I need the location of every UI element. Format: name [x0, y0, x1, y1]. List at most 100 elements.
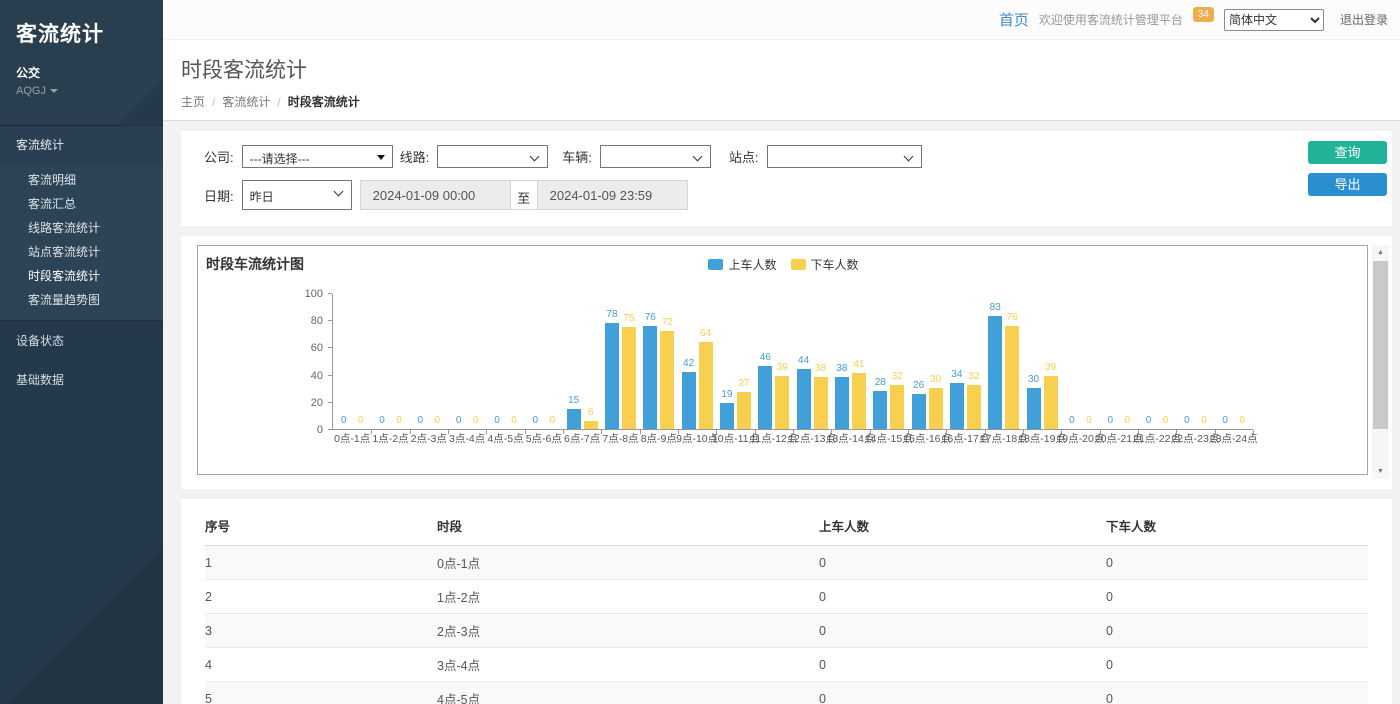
sidebar-item[interactable]: 时段客流统计 — [0, 264, 163, 288]
header-boarding: 上车人数 — [819, 505, 1106, 546]
chart-header: 时段车流统计图 上车人数下车人数 — [206, 254, 1361, 278]
line-select[interactable] — [437, 145, 548, 168]
bar[interactable]: 83 — [988, 316, 1002, 429]
bar[interactable]: 38 — [814, 377, 828, 429]
filter-row-2: 日期: 昨日 2024-01-09 00:00 至 2024-01-09 23:… — [204, 180, 1372, 210]
table-cell: 0 — [819, 546, 1106, 580]
sidebar-item[interactable]: 站点客流统计 — [0, 240, 163, 264]
bar[interactable]: 44 — [797, 369, 811, 429]
export-button[interactable]: 导出 — [1308, 173, 1387, 196]
chart-panel: 时段车流统计图 上车人数下车人数 020406080100 000点-1点001… — [181, 236, 1392, 489]
bar-value-label: 0 — [1146, 415, 1152, 426]
bar-value-label: 26 — [913, 380, 924, 391]
station-select[interactable] — [767, 145, 922, 168]
chart-category: 192710点-11点 — [716, 294, 754, 429]
bar[interactable]: 75 — [622, 327, 636, 429]
notification-badge[interactable]: 34 — [1193, 7, 1214, 22]
date-preset-select[interactable]: 昨日 — [242, 180, 352, 210]
bar[interactable]: 28 — [873, 391, 887, 429]
breadcrumb-item[interactable]: 主页 — [181, 95, 205, 109]
chart-category: 0019点-20点 — [1061, 294, 1099, 429]
legend-item[interactable]: 下车人数 — [791, 256, 859, 273]
bar[interactable]: 46 — [758, 366, 772, 429]
table-cell: 0 — [1106, 682, 1368, 704]
date-end-input[interactable]: 2024-01-09 23:59 — [537, 180, 688, 210]
bar[interactable]: 38 — [835, 377, 849, 429]
sidebar-group-label[interactable]: 客流统计 — [0, 126, 163, 164]
bar[interactable]: 76 — [1005, 326, 1019, 429]
logout-link[interactable]: 退出登录 — [1340, 11, 1388, 28]
bar[interactable]: 30 — [1027, 388, 1041, 429]
sidebar-item-top[interactable]: 设备状态 — [0, 321, 163, 360]
sidebar-item-top[interactable]: 基础数据 — [0, 360, 163, 399]
bar[interactable]: 42 — [682, 372, 696, 429]
bar[interactable]: 78 — [605, 323, 619, 429]
y-tick-label: 80 — [311, 315, 323, 327]
scroll-up-icon[interactable]: ▲ — [1372, 245, 1389, 260]
vehicle-select[interactable] — [600, 145, 711, 168]
bar[interactable]: 32 — [967, 385, 981, 429]
table-cell: 5 — [205, 682, 437, 704]
table-cell: 3点-4点 — [437, 648, 819, 682]
bar[interactable]: 72 — [660, 331, 674, 429]
org-code-dropdown[interactable]: AQGJ — [16, 85, 147, 97]
search-button[interactable]: 查询 — [1308, 141, 1387, 164]
date-start-input[interactable]: 2024-01-09 00:00 — [360, 180, 511, 210]
filter-row-1: 公司: ---请选择--- 线路: 车辆: 站点: — [204, 145, 1372, 168]
chart-category: 0021点-22点 — [1138, 294, 1176, 429]
bar-value-label: 0 — [1163, 415, 1169, 426]
chart-scrollbar[interactable]: ▲ ▼ — [1372, 245, 1389, 479]
scroll-down-icon[interactable]: ▼ — [1372, 464, 1389, 479]
bar-value-label: 32 — [892, 371, 903, 382]
bar-value-label: 0 — [1184, 415, 1190, 426]
sidebar-item[interactable]: 客流量趋势图 — [0, 288, 163, 312]
scrollbar-thumb[interactable] — [1373, 261, 1388, 429]
sidebar-item[interactable]: 线路客流统计 — [0, 216, 163, 240]
bar-value-label: 41 — [853, 359, 864, 370]
chart-category: 263015点-16点 — [908, 294, 946, 429]
bar[interactable]: 41 — [852, 373, 866, 429]
bar[interactable]: 30 — [929, 388, 943, 429]
table-cell: 0 — [1106, 614, 1368, 648]
x-tick-label: 7点-8点 — [602, 431, 638, 446]
chart-category: 001点-2点 — [371, 294, 409, 429]
bar-value-label: 0 — [494, 415, 500, 426]
bar[interactable]: 76 — [643, 326, 657, 429]
bar[interactable]: 26 — [912, 394, 926, 429]
org-name: 公交 — [16, 64, 147, 81]
bar[interactable]: 15 — [567, 409, 581, 429]
legend-item[interactable]: 上车人数 — [708, 256, 776, 273]
filter-panel: 公司: ---请选择--- 线路: 车辆: 站点: 日期: — [181, 131, 1392, 226]
language-select[interactable]: 简体中文 — [1224, 9, 1324, 31]
company-select[interactable]: ---请选择--- — [242, 145, 393, 168]
bar-value-label: 30 — [1028, 374, 1039, 385]
plot: 020406080100 000点-1点001点-2点002点-3点003点-4… — [298, 294, 1253, 430]
bar[interactable]: 34 — [950, 383, 964, 429]
bar-value-label: 0 — [396, 415, 402, 426]
bar[interactable]: 32 — [890, 385, 904, 429]
chart-legend: 上车人数下车人数 — [206, 256, 1361, 273]
bar-value-label: 39 — [1045, 362, 1056, 373]
hour-stats-table: 序号 时段 上车人数 下车人数 10点-1点0021点-2点0032点-3点00… — [205, 505, 1368, 704]
table-panel: 序号 时段 上车人数 下车人数 10点-1点0021点-2点0032点-3点00… — [181, 499, 1392, 704]
bar[interactable]: 19 — [720, 403, 734, 429]
bar-value-label: 34 — [951, 369, 962, 380]
y-tick-label: 20 — [311, 397, 323, 409]
topbar-home-link[interactable]: 首页 — [999, 9, 1029, 30]
bar[interactable]: 39 — [775, 376, 789, 429]
bar[interactable]: 6 — [584, 421, 598, 429]
line-label: 线路: — [400, 147, 430, 166]
bar[interactable]: 64 — [699, 342, 713, 429]
bar[interactable]: 39 — [1044, 376, 1058, 429]
bar[interactable]: 27 — [737, 392, 751, 429]
sidebar-item[interactable]: 客流明细 — [0, 168, 163, 192]
bar-value-label: 0 — [1239, 415, 1245, 426]
bar-value-label: 38 — [836, 363, 847, 374]
header-period: 时段 — [437, 505, 819, 546]
y-tick-mark — [328, 402, 332, 403]
bar-value-label: 42 — [683, 358, 694, 369]
sidebar-item[interactable]: 客流汇总 — [0, 192, 163, 216]
breadcrumb-item[interactable]: 客流统计 — [222, 95, 270, 109]
bar-value-label: 0 — [1107, 415, 1113, 426]
bar-value-label: 39 — [777, 362, 788, 373]
